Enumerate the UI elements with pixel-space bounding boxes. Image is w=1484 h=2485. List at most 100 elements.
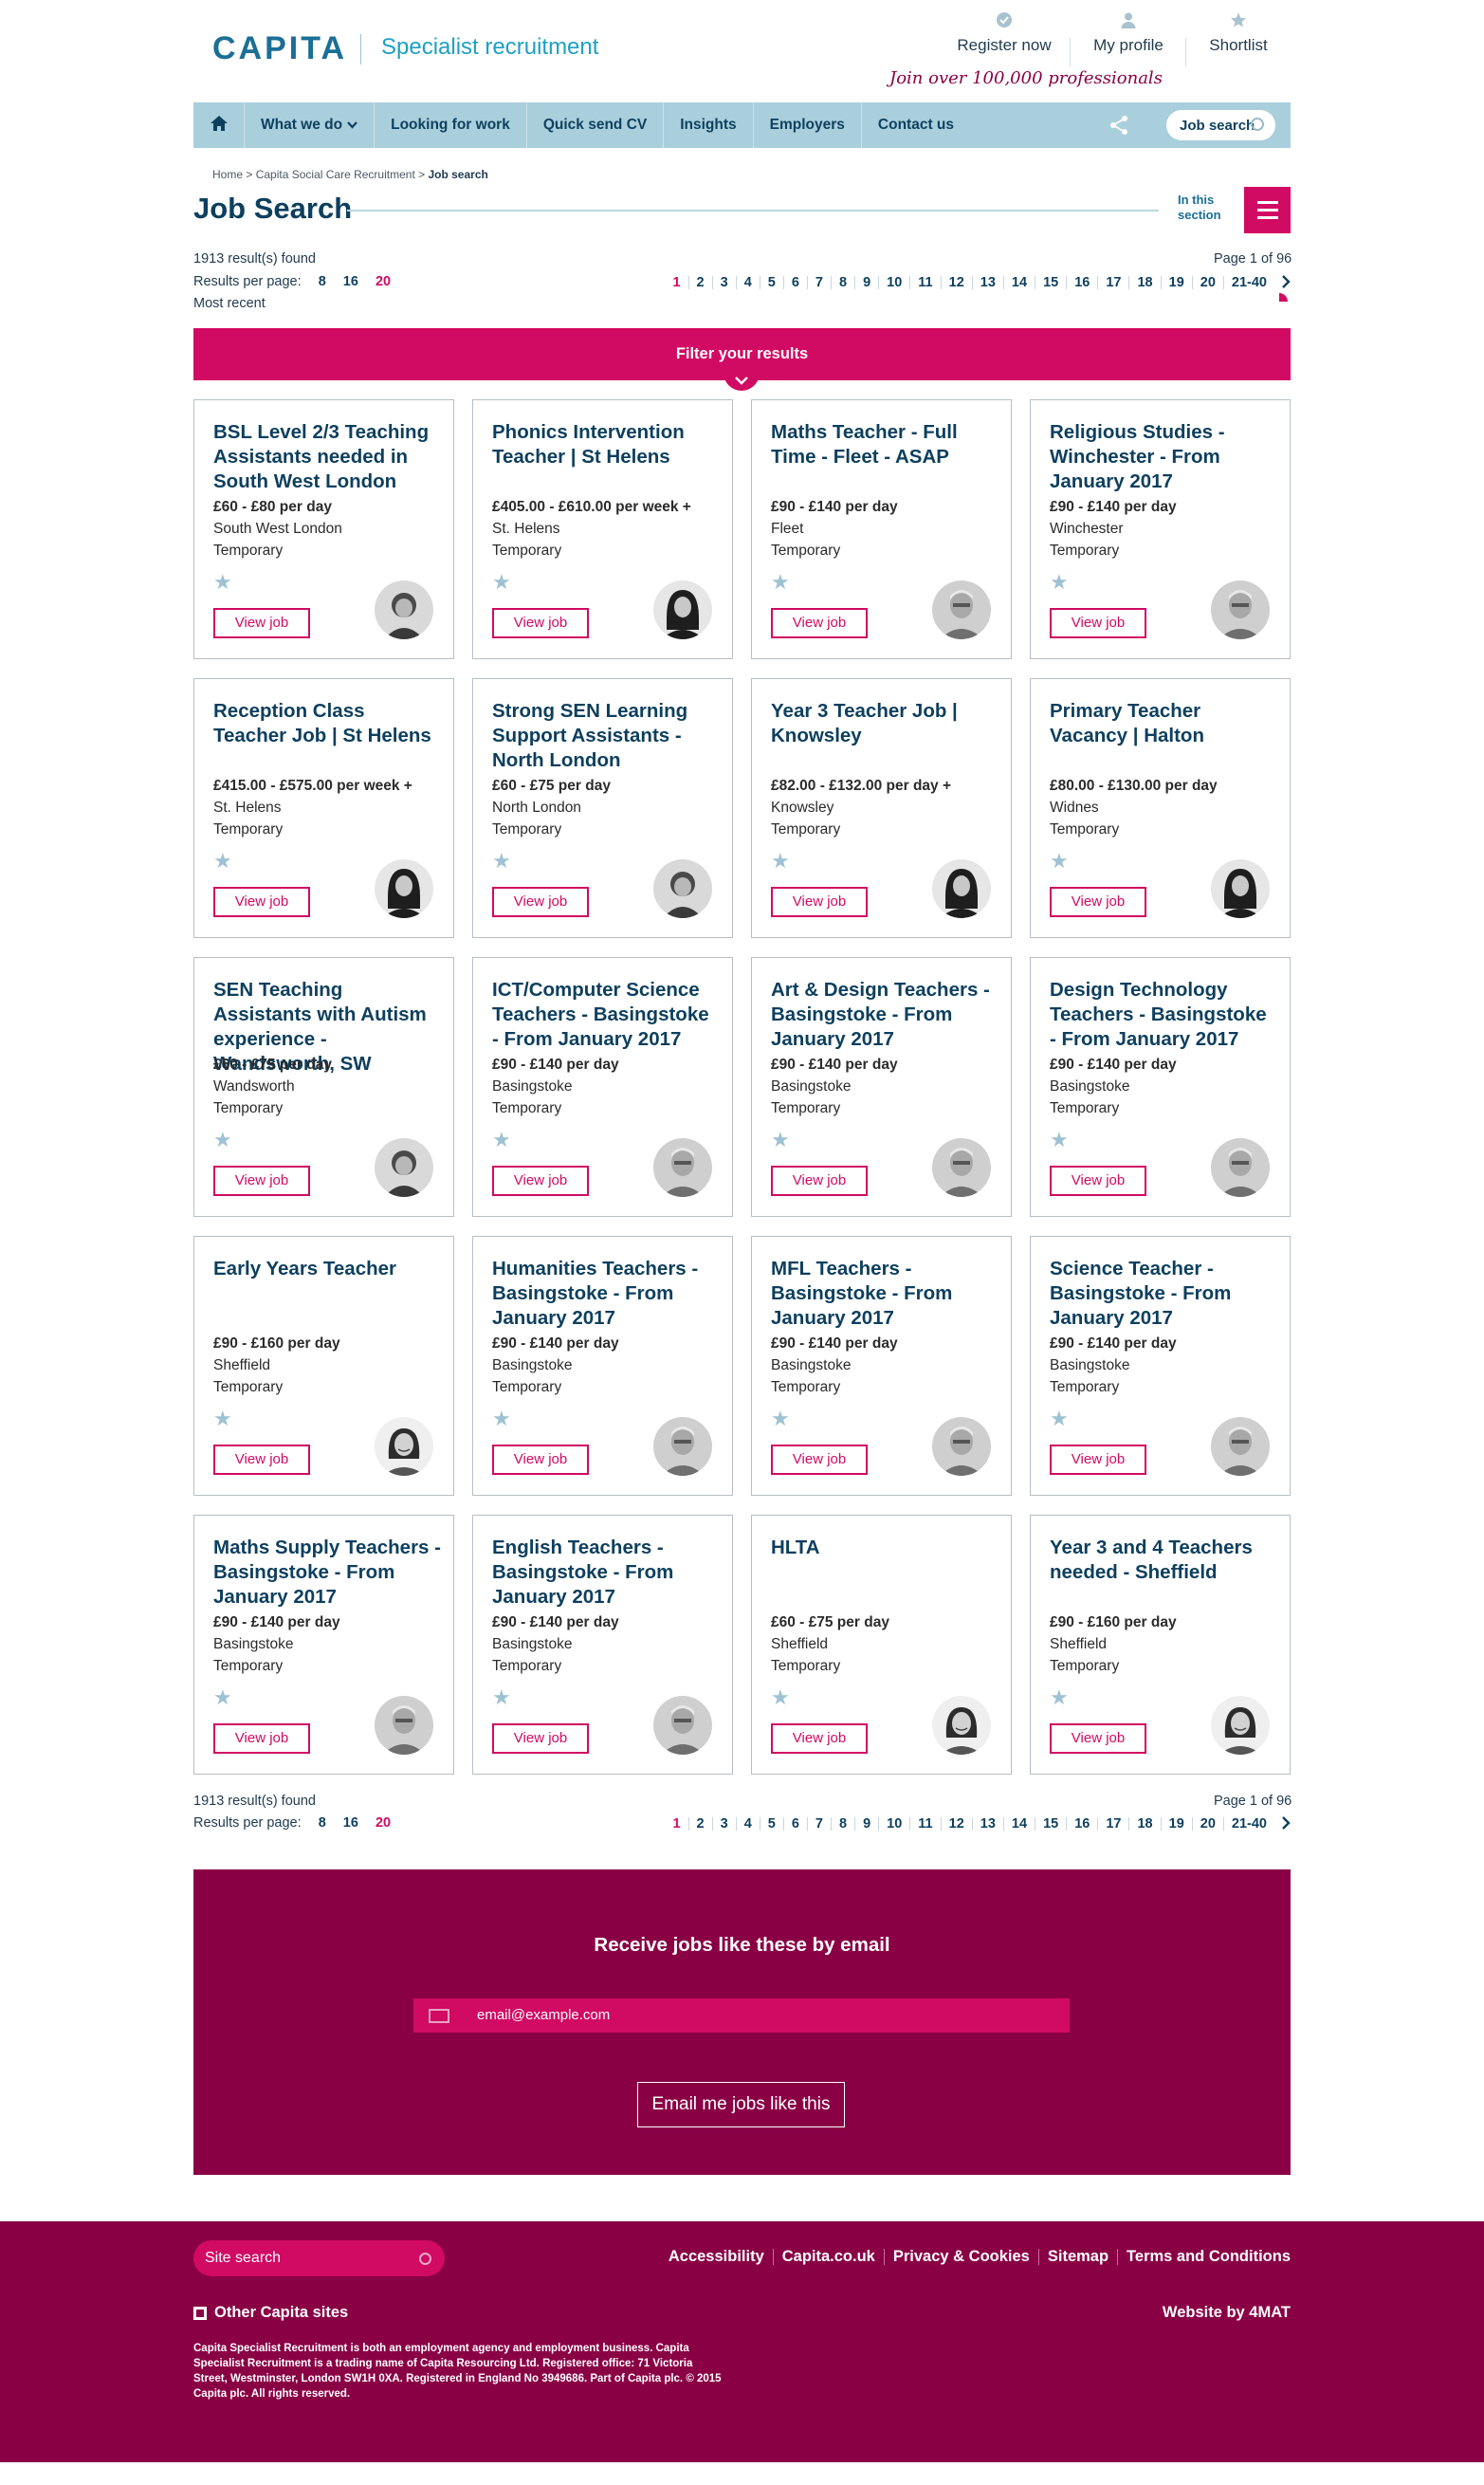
job-card[interactable]: Maths Teacher - Full Time - Fleet - ASAP… xyxy=(751,399,1012,659)
job-card[interactable]: Phonics Intervention Teacher | St Helens… xyxy=(472,399,733,659)
shortlist-star-icon[interactable]: ★ xyxy=(771,1130,790,1150)
next-page-icon[interactable] xyxy=(1274,275,1291,289)
page-link-3[interactable]: 3 xyxy=(711,275,736,289)
page-link-1[interactable]: 1 xyxy=(665,1816,687,1831)
page-link-14[interactable]: 14 xyxy=(1002,1816,1035,1831)
job-title[interactable]: Primary Teacher Vacancy | Halton xyxy=(1050,699,1277,748)
job-title[interactable]: HLTA xyxy=(771,1536,998,1560)
page-link-5[interactable]: 5 xyxy=(759,275,783,289)
view-job-button[interactable]: View job xyxy=(492,1723,589,1754)
page-link-8[interactable]: 8 xyxy=(831,1816,854,1831)
rss-icon[interactable] xyxy=(1279,293,1288,302)
view-job-button[interactable]: View job xyxy=(492,608,589,638)
page-link-9[interactable]: 9 xyxy=(854,1816,878,1831)
job-title[interactable]: Design Technology Teachers - Basingstoke… xyxy=(1050,978,1277,1052)
page-link-21-40[interactable]: 21-40 xyxy=(1222,275,1274,289)
job-card[interactable]: Science Teacher - Basingstoke - From Jan… xyxy=(1030,1236,1291,1496)
job-title[interactable]: English Teachers - Basingstoke - From Ja… xyxy=(492,1536,720,1610)
nav-what-we-do[interactable]: What we do xyxy=(245,102,376,148)
register-now-link[interactable]: Register now xyxy=(948,11,1060,68)
job-title[interactable]: Science Teacher - Basingstoke - From Jan… xyxy=(1050,1257,1277,1331)
shortlist-link[interactable]: Shortlist xyxy=(1197,11,1280,68)
page-link-1[interactable]: 1 xyxy=(665,275,687,289)
per-page-16[interactable]: 16 xyxy=(343,1815,358,1831)
page-link-10[interactable]: 10 xyxy=(878,275,909,289)
job-card[interactable]: HLTA £60 - £75 per day Sheffield Temporary ★… xyxy=(751,1515,1012,1775)
page-link-6[interactable]: 6 xyxy=(782,275,807,289)
shortlist-star-icon[interactable]: ★ xyxy=(492,572,511,593)
site-search-input[interactable]: Site search xyxy=(193,2240,445,2276)
next-page-icon[interactable] xyxy=(1274,1816,1291,1831)
breadcrumb-section[interactable]: Capita Social Care Recruitment xyxy=(256,168,415,181)
page-link-11[interactable]: 11 xyxy=(909,275,940,289)
page-link-11[interactable]: 11 xyxy=(909,1816,940,1831)
other-capita-sites-link[interactable]: Other Capita sites xyxy=(193,2304,348,2322)
page-link-2[interactable]: 2 xyxy=(687,275,712,289)
nav-contact-us[interactable]: Contact us xyxy=(862,102,970,148)
per-page-16[interactable]: 16 xyxy=(343,274,358,289)
page-link-20[interactable]: 20 xyxy=(1191,275,1223,289)
job-card[interactable]: Humanities Teachers - Basingstoke - From… xyxy=(472,1236,733,1496)
page-link-3[interactable]: 3 xyxy=(711,1816,736,1831)
page-link-5[interactable]: 5 xyxy=(759,1816,783,1831)
job-title[interactable]: Reception Class Teacher Job | St Helens xyxy=(213,699,441,748)
shortlist-star-icon[interactable]: ★ xyxy=(771,851,790,872)
per-page-20[interactable]: 20 xyxy=(376,274,391,289)
page-link-17[interactable]: 17 xyxy=(1097,1816,1128,1831)
shortlist-star-icon[interactable]: ★ xyxy=(1050,851,1069,872)
job-title[interactable]: Year 3 and 4 Teachers needed - Sheffield xyxy=(1050,1536,1277,1585)
nav-quick-send-cv[interactable]: Quick send CV xyxy=(527,102,665,148)
job-title[interactable]: Maths Teacher - Full Time - Fleet - ASAP xyxy=(771,420,998,469)
page-link-19[interactable]: 19 xyxy=(1160,1816,1192,1831)
job-title[interactable]: Early Years Teacher xyxy=(213,1257,441,1281)
view-job-button[interactable]: View job xyxy=(771,1445,868,1475)
per-page-8[interactable]: 8 xyxy=(319,1815,326,1831)
job-card[interactable]: Year 3 and 4 Teachers needed - Sheffield… xyxy=(1030,1515,1291,1775)
job-title[interactable]: BSL Level 2/3 Teaching Assistants needed… xyxy=(213,420,441,494)
view-job-button[interactable]: View job xyxy=(492,1445,589,1475)
page-link-4[interactable]: 4 xyxy=(735,275,760,289)
job-title[interactable]: Year 3 Teacher Job | Knowsley xyxy=(771,699,998,748)
page-link-8[interactable]: 8 xyxy=(831,275,854,289)
footer-link-terms[interactable]: Terms and Conditions xyxy=(1117,2249,1291,2265)
share-icon[interactable] xyxy=(1106,112,1132,138)
view-job-button[interactable]: View job xyxy=(492,887,589,917)
view-job-button[interactable]: View job xyxy=(1050,608,1146,638)
page-link-2[interactable]: 2 xyxy=(687,1816,712,1831)
view-job-button[interactable]: View job xyxy=(1050,887,1146,917)
page-link-13[interactable]: 13 xyxy=(971,1816,1003,1831)
job-search-button[interactable]: Job search xyxy=(1166,110,1275,140)
per-page-20[interactable]: 20 xyxy=(376,1815,391,1831)
footer-link-accessibility[interactable]: Accessibility xyxy=(660,2249,773,2265)
job-card[interactable]: Primary Teacher Vacancy | Halton £80.00 -… xyxy=(1030,678,1291,938)
job-card[interactable]: Religious Studies - Winchester - From Ja… xyxy=(1030,399,1291,659)
page-link-16[interactable]: 16 xyxy=(1066,1816,1097,1831)
shortlist-star-icon[interactable]: ★ xyxy=(492,1130,511,1150)
shortlist-star-icon[interactable]: ★ xyxy=(1050,1408,1069,1429)
my-profile-link[interactable]: My profile xyxy=(1081,11,1176,68)
capita-logo[interactable]: CAPITA xyxy=(212,30,347,67)
home-button[interactable] xyxy=(193,102,245,148)
view-job-button[interactable]: View job xyxy=(771,1723,868,1754)
view-job-button[interactable]: View job xyxy=(1050,1723,1146,1754)
job-card[interactable]: Early Years Teacher £90 - £160 per day She… xyxy=(193,1236,454,1496)
job-card[interactable]: MFL Teachers - Basingstoke - From Januar… xyxy=(751,1236,1012,1496)
job-title[interactable]: ICT/Computer Science Teachers - Basingst… xyxy=(492,978,720,1052)
job-card[interactable]: Art & Design Teachers - Basingstoke - Fr… xyxy=(751,957,1012,1217)
job-card[interactable]: BSL Level 2/3 Teaching Assistants needed… xyxy=(193,399,454,659)
page-link-19[interactable]: 19 xyxy=(1160,275,1192,289)
shortlist-star-icon[interactable]: ★ xyxy=(1050,1687,1069,1708)
job-card[interactable]: SEN Teaching Assistants with Autism expe… xyxy=(193,957,454,1217)
shortlist-star-icon[interactable]: ★ xyxy=(771,572,790,593)
job-card[interactable]: Maths Supply Teachers - Basingstoke - Fr… xyxy=(193,1515,454,1775)
job-card[interactable]: Reception Class Teacher Job | St Helens £… xyxy=(193,678,454,938)
page-link-6[interactable]: 6 xyxy=(782,1816,807,1831)
page-link-15[interactable]: 15 xyxy=(1035,1816,1066,1831)
job-title[interactable]: Strong SEN Learning Support Assistants -… xyxy=(492,699,720,773)
sort-order[interactable]: Most recent xyxy=(193,296,266,311)
page-link-14[interactable]: 14 xyxy=(1002,275,1035,289)
view-job-button[interactable]: View job xyxy=(213,1723,310,1754)
page-link-17[interactable]: 17 xyxy=(1097,275,1128,289)
job-card[interactable]: ICT/Computer Science Teachers - Basingst… xyxy=(472,957,733,1217)
page-link-18[interactable]: 18 xyxy=(1128,1816,1160,1831)
